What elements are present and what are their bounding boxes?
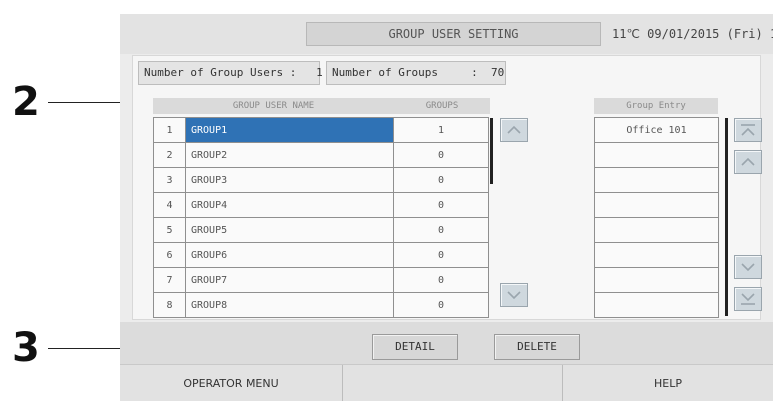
- group-user-name-cell: GROUP2: [185, 142, 394, 168]
- groups-count-cell: 0: [393, 267, 489, 293]
- group-entry-cell: [594, 192, 719, 218]
- groups-count: Number of Groups : 70: [326, 61, 506, 85]
- list-item[interactable]: [594, 267, 719, 293]
- entry-scroll-top-button[interactable]: [734, 118, 762, 142]
- help-button[interactable]: HELP: [563, 365, 773, 401]
- table-row[interactable]: 4 GROUP4 0: [153, 192, 489, 218]
- detail-button[interactable]: DETAIL: [372, 334, 458, 360]
- table-scroll-down-button[interactable]: [500, 283, 528, 307]
- table-row[interactable]: 1 GROUP1 1: [153, 117, 489, 143]
- bottom-nav: OPERATOR MENU HELP: [120, 364, 773, 401]
- callout-number-3: 3: [12, 325, 40, 371]
- entry-scroll-up-button[interactable]: [734, 150, 762, 174]
- group-user-name-cell: GROUP6: [185, 242, 394, 268]
- group-entry-cell: [594, 142, 719, 168]
- group-entry-table: Office 101: [594, 117, 719, 318]
- scroll-top-icon: [741, 124, 755, 136]
- chevron-down-icon: [741, 263, 755, 272]
- scroll-bottom-icon: [741, 293, 755, 305]
- column-header-name: GROUP USER NAME: [153, 98, 394, 114]
- table-row[interactable]: 2 GROUP2 0: [153, 142, 489, 168]
- column-header-groups: GROUPS: [394, 98, 490, 114]
- list-item[interactable]: [594, 192, 719, 218]
- callout-number-2: 2: [12, 79, 40, 125]
- list-item[interactable]: Office 101: [594, 117, 719, 143]
- chevron-up-icon: [741, 157, 755, 166]
- group-entry-cell: [594, 217, 719, 243]
- chevron-up-icon: [507, 125, 521, 134]
- table-scrollbar[interactable]: [490, 118, 493, 184]
- list-item[interactable]: [594, 217, 719, 243]
- group-entry-cell: [594, 242, 719, 268]
- operator-menu-button[interactable]: OPERATOR MENU: [120, 365, 342, 401]
- list-item[interactable]: [594, 242, 719, 268]
- list-item[interactable]: [594, 167, 719, 193]
- delete-button[interactable]: DELETE: [494, 334, 580, 360]
- list-item[interactable]: [594, 292, 719, 318]
- table-row[interactable]: 8 GROUP8 0: [153, 292, 489, 318]
- group-entry-cell: [594, 167, 719, 193]
- table-row[interactable]: 5 GROUP5 0: [153, 217, 489, 243]
- groups-count-cell: 0: [393, 217, 489, 243]
- group-user-table: 1 GROUP1 1 2 GROUP2 0 3 GROUP3 0 4 GROUP4 0 5 GROUP5 0…: [153, 117, 489, 318]
- row-number: 4: [153, 192, 186, 218]
- table-scroll-up-button[interactable]: [500, 118, 528, 142]
- date-time-display: 11℃ 09/01/2015 (Fri) 16:05: [612, 27, 773, 41]
- group-entry-cell: [594, 267, 719, 293]
- table-row[interactable]: 3 GROUP3 0: [153, 167, 489, 193]
- top-strip: [120, 0, 773, 14]
- entry-scroll-down-button[interactable]: [734, 255, 762, 279]
- row-number: 5: [153, 217, 186, 243]
- touch-screen: GROUP USER SETTING 11℃ 09/01/2015 (Fri) …: [120, 0, 773, 401]
- group-users-count: Number of Group Users : 1: [138, 61, 323, 85]
- group-user-name-cell: GROUP5: [185, 217, 394, 243]
- groups-count-cell: 0: [393, 292, 489, 318]
- entry-scrollbar[interactable]: [725, 118, 728, 316]
- groups-count-cell: 0: [393, 142, 489, 168]
- groups-count-cell: 0: [393, 192, 489, 218]
- row-number: 3: [153, 167, 186, 193]
- chevron-down-icon: [507, 291, 521, 300]
- group-user-name-cell: GROUP3: [185, 167, 394, 193]
- group-entry-cell: Office 101: [594, 117, 719, 143]
- row-number: 2: [153, 142, 186, 168]
- nav-blank-slot: [343, 365, 562, 401]
- row-number: 8: [153, 292, 186, 318]
- list-item[interactable]: [594, 142, 719, 168]
- entry-scroll-bottom-button[interactable]: [734, 287, 762, 311]
- column-header-group-entry: Group Entry: [594, 98, 718, 114]
- table-row[interactable]: 7 GROUP7 0: [153, 267, 489, 293]
- group-entry-cell: [594, 292, 719, 318]
- row-number: 7: [153, 267, 186, 293]
- groups-count-cell: 0: [393, 167, 489, 193]
- page-title: GROUP USER SETTING: [306, 22, 601, 46]
- groups-count-cell: 0: [393, 242, 489, 268]
- row-number: 1: [153, 117, 186, 143]
- group-user-name-cell: GROUP8: [185, 292, 394, 318]
- group-user-name-cell: GROUP7: [185, 267, 394, 293]
- table-row[interactable]: 6 GROUP6 0: [153, 242, 489, 268]
- group-user-name-cell: GROUP4: [185, 192, 394, 218]
- groups-count-cell: 1: [393, 117, 489, 143]
- row-number: 6: [153, 242, 186, 268]
- group-user-name-cell: GROUP1: [185, 117, 394, 143]
